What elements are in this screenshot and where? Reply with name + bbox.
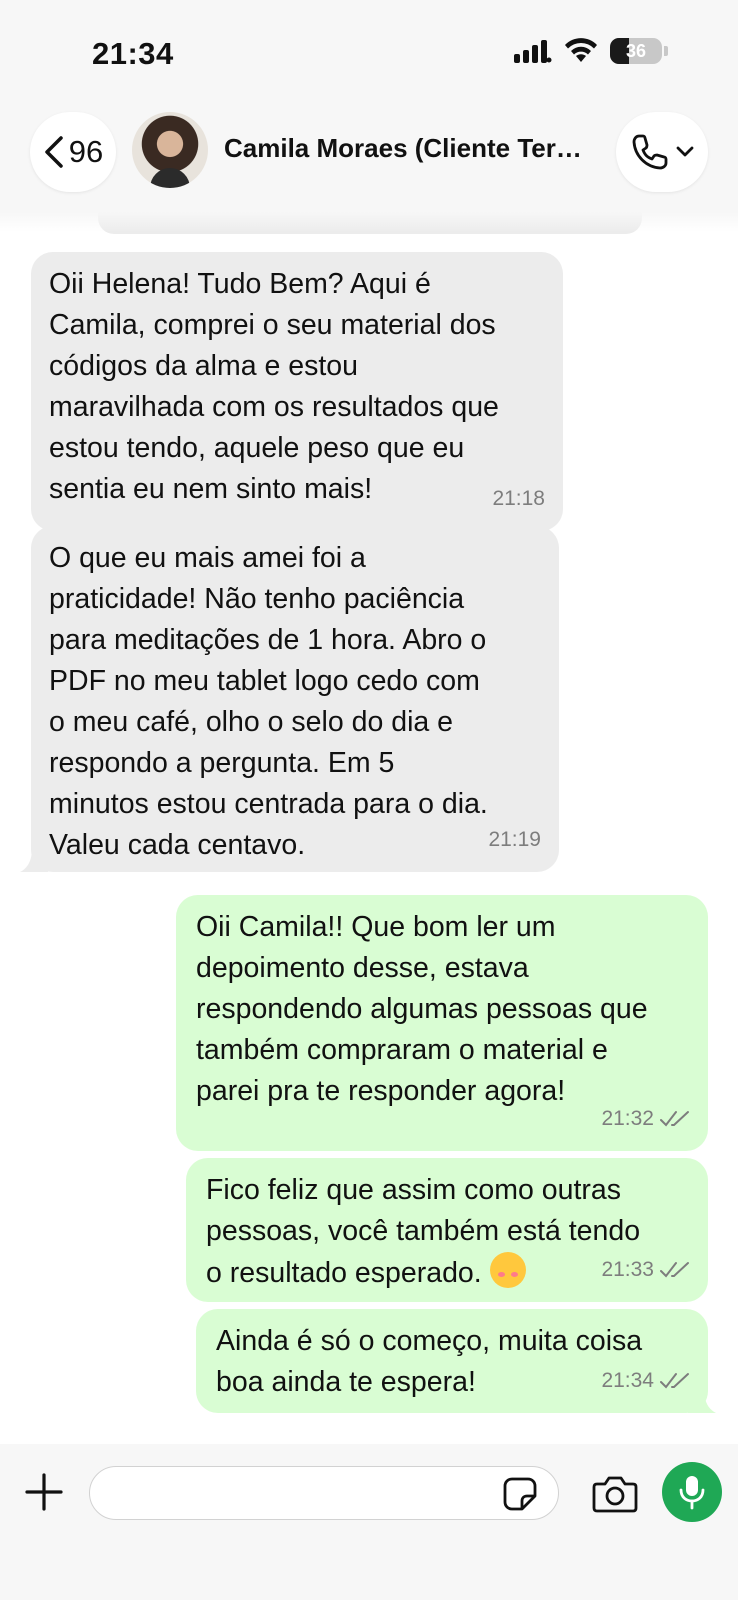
plus-icon[interactable]: [24, 1472, 64, 1512]
status-bar: 21:34 36: [0, 0, 738, 100]
message-text: O que eu mais amei foi a praticidade! Nã…: [49, 542, 488, 861]
bubble-tail: [688, 1389, 716, 1413]
composer-bar: [0, 1444, 738, 1600]
message-bubble-outgoing[interactable]: Ainda é só o começo, muita coisa boa ain…: [196, 1309, 708, 1413]
message-list[interactable]: Oii Helena! Tudo Bem? Aqui é Camila, com…: [0, 212, 738, 1444]
battery-level: 36: [625, 40, 647, 61]
message-text: Fico feliz que assim como outras pessoas…: [206, 1174, 641, 1289]
unread-count: 96: [68, 134, 104, 169]
message-time: 21:32: [601, 1098, 690, 1139]
message-time: 21:33: [601, 1249, 690, 1290]
back-button[interactable]: 96: [30, 112, 116, 192]
message-time: 21:18: [492, 487, 545, 510]
microphone-icon: [679, 1476, 705, 1510]
phone-icon: [632, 134, 668, 170]
cellular-signal-icon: [514, 40, 552, 63]
header-fade: [0, 212, 738, 232]
battery-tip: [664, 46, 668, 56]
message-text: Oii Helena! Tudo Bem? Aqui é Camila, com…: [49, 268, 499, 505]
microphone-button[interactable]: [662, 1462, 722, 1522]
battery-icon: 36: [610, 38, 662, 64]
message-input[interactable]: [89, 1466, 559, 1520]
call-button[interactable]: [616, 112, 708, 192]
message-bubble-outgoing[interactable]: Fico feliz que assim como outras pessoas…: [186, 1158, 708, 1302]
chevron-down-icon: [676, 146, 694, 157]
sticker-icon[interactable]: [502, 1476, 538, 1512]
contact-name[interactable]: Camila Moraes (Cliente Terapia): [224, 133, 592, 164]
camera-icon[interactable]: [592, 1474, 638, 1514]
chevron-left-icon: [45, 136, 63, 168]
message-bubble-incoming[interactable]: Oii Helena! Tudo Bem? Aqui é Camila, com…: [31, 252, 563, 531]
message-text: Oii Camila!! Que bom ler um depoimento d…: [196, 911, 648, 1107]
bubble-tail: [20, 848, 48, 872]
double-check-icon: [660, 1110, 689, 1127]
status-time: 21:34: [92, 36, 174, 71]
message-bubble-outgoing[interactable]: Oii Camila!! Que bom ler um depoimento d…: [176, 895, 708, 1151]
status-icons: 36: [514, 38, 668, 64]
double-check-icon: [660, 1372, 689, 1389]
message-bubble-incoming[interactable]: O que eu mais amei foi a praticidade! Nã…: [31, 526, 559, 872]
smiling-face-with-hearts-icon: [489, 1252, 526, 1288]
contact-avatar[interactable]: [132, 112, 208, 188]
double-check-icon: [660, 1261, 689, 1278]
message-time: 21:34: [601, 1360, 690, 1401]
message-time: 21:19: [488, 828, 541, 851]
chat-header: 96 Camila Moraes (Cliente Terapia): [0, 100, 738, 212]
wifi-icon: [565, 38, 597, 62]
